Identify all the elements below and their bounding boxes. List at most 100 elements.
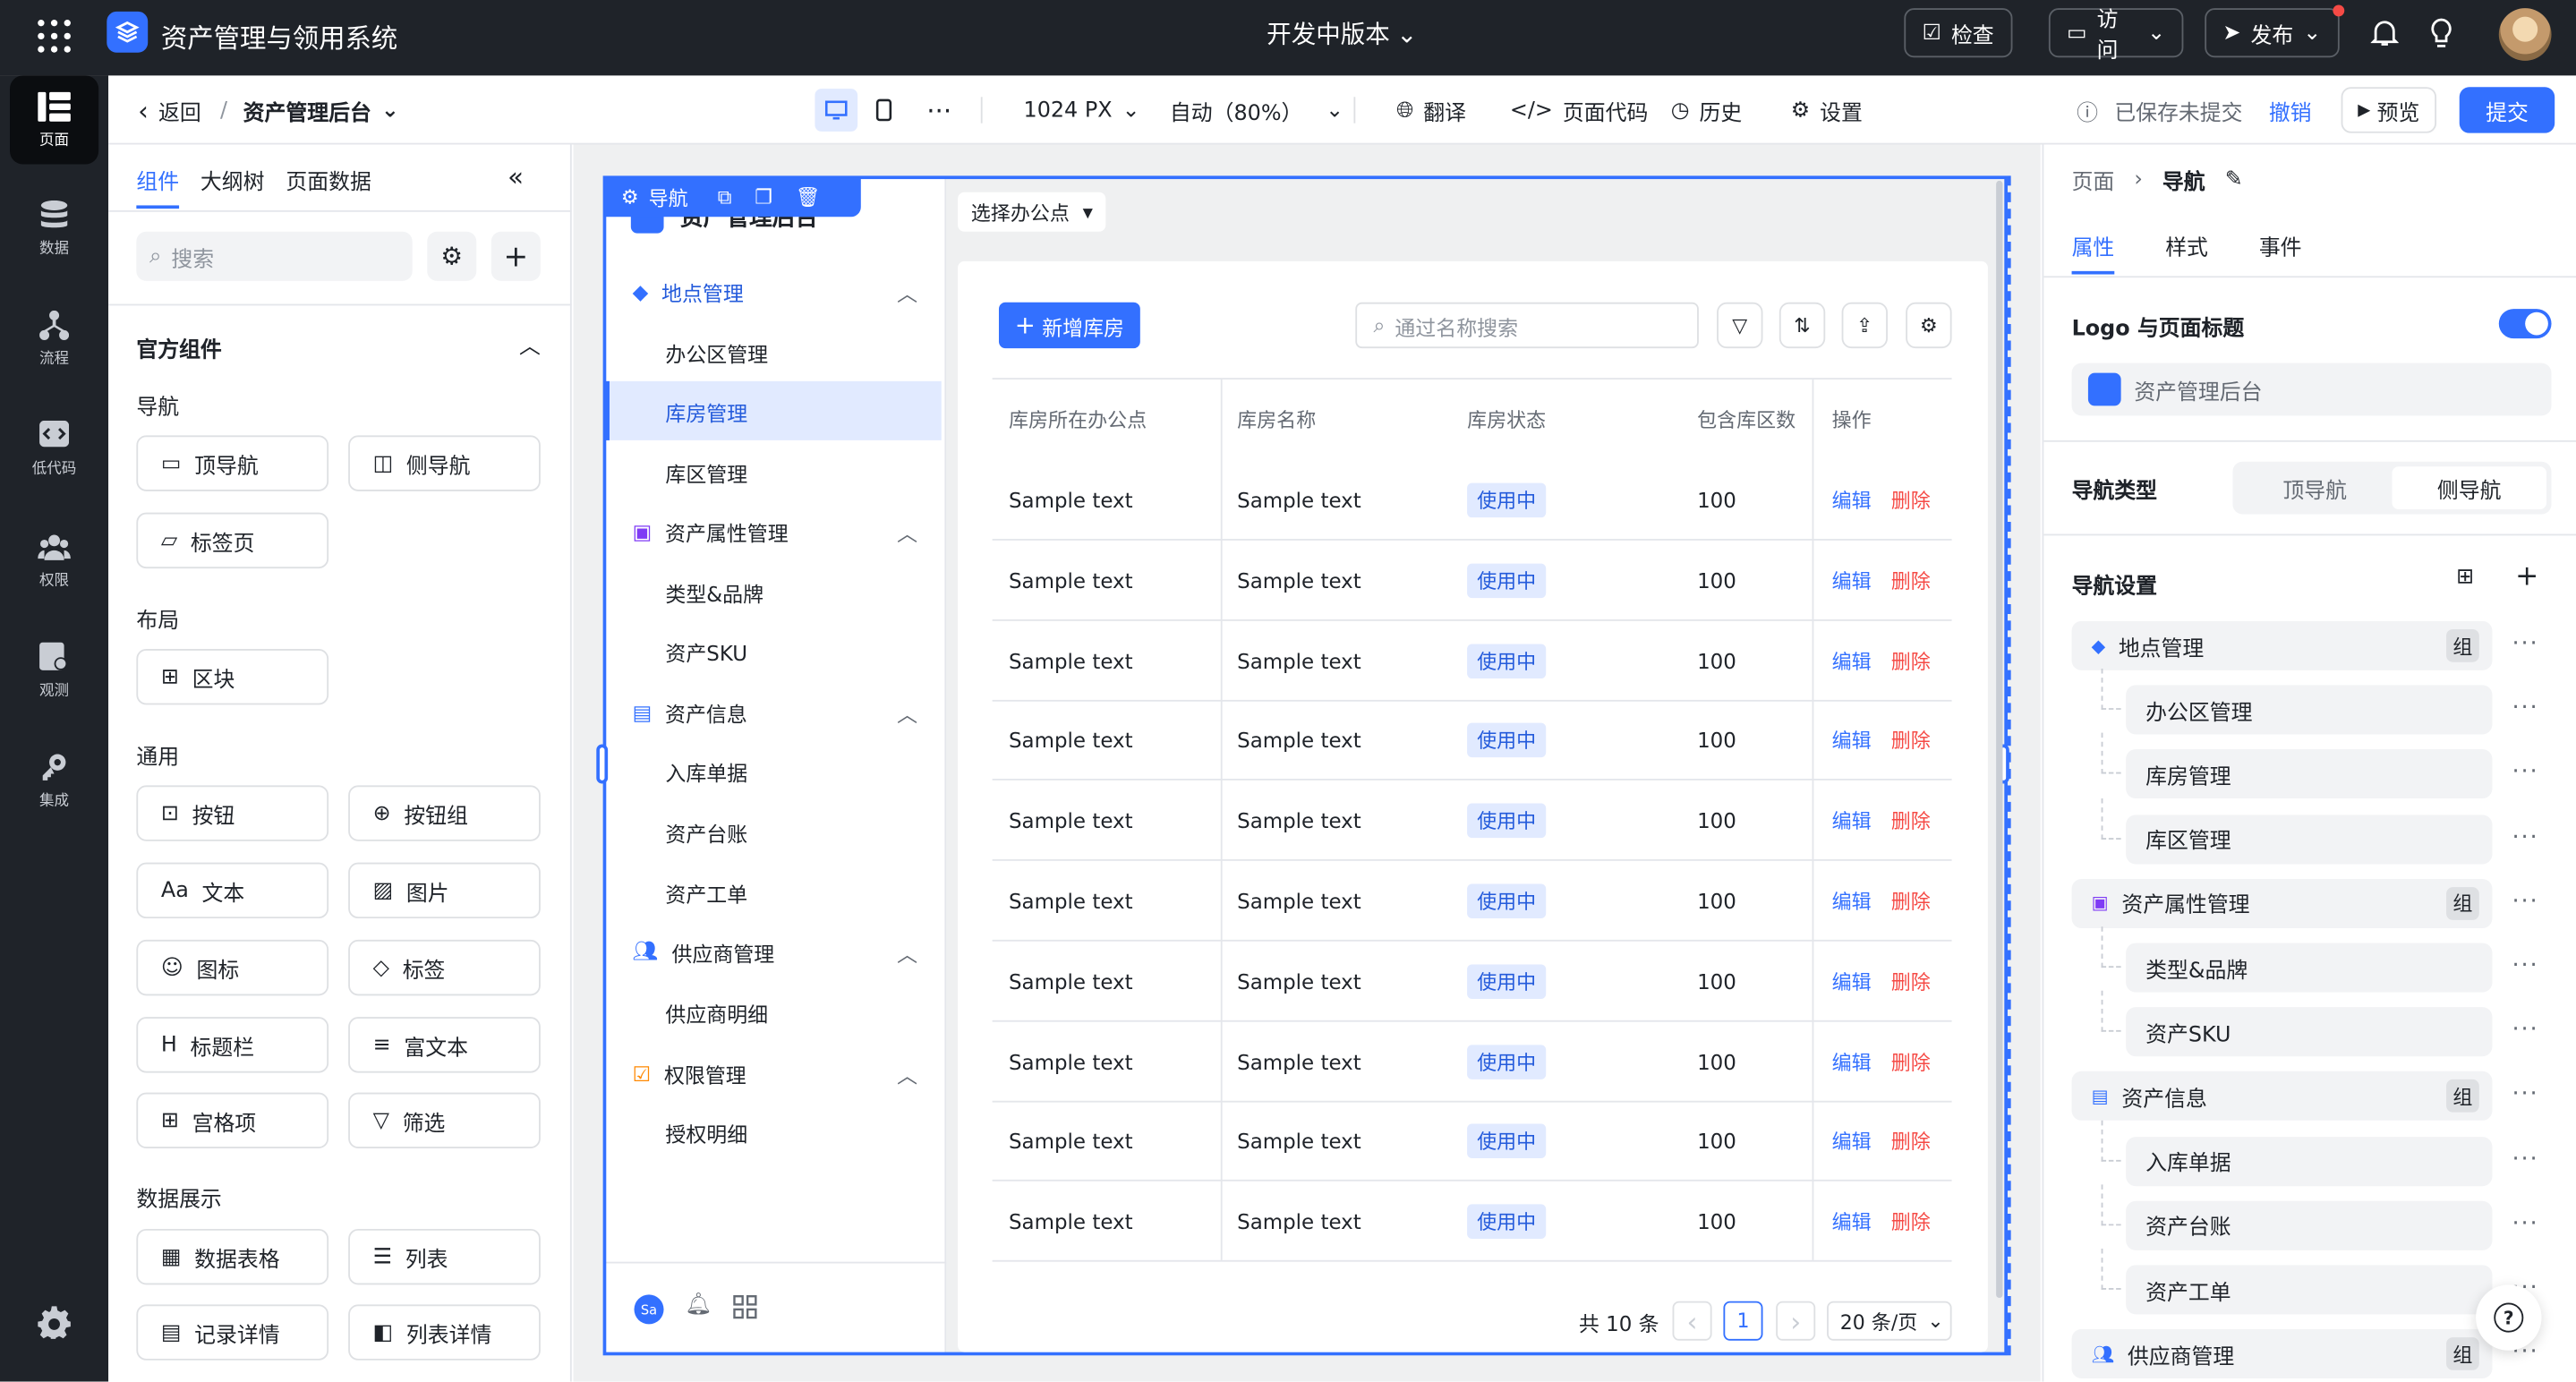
- component-button[interactable]: ⊡ 按钮: [136, 785, 329, 841]
- delete-link[interactable]: 删除: [1891, 968, 1931, 995]
- copy-icon[interactable]: ⧉: [718, 184, 732, 209]
- component-grid-item[interactable]: ⊞ 宫格项: [136, 1092, 329, 1149]
- bell-icon[interactable]: [2370, 18, 2399, 47]
- edit-icon[interactable]: ✎: [2225, 167, 2243, 192]
- component-tabs[interactable]: ▱ 标签页: [136, 512, 329, 569]
- page-number-button[interactable]: 1: [1723, 1301, 1763, 1341]
- component-side-nav[interactable]: ◫ 侧导航: [348, 435, 541, 491]
- component-settings-button[interactable]: ⚙: [427, 231, 477, 281]
- delete-link[interactable]: 删除: [1891, 807, 1931, 835]
- page-code-button[interactable]: </> 页面代码: [1510, 75, 1649, 144]
- delete-link[interactable]: 删除: [1891, 727, 1931, 755]
- zoom-selector[interactable]: 自动（80%） ⌄: [1170, 75, 1343, 144]
- component-list[interactable]: ☰ 列表: [348, 1228, 541, 1285]
- export-button[interactable]: ⇪: [1841, 302, 1888, 349]
- more-options-icon[interactable]: ···: [2512, 695, 2538, 721]
- tab-outline[interactable]: 大纲树: [200, 165, 265, 196]
- edit-link[interactable]: 编辑: [1832, 486, 1872, 514]
- app-grid-icon[interactable]: [36, 18, 72, 54]
- settings-button[interactable]: ⚙ 设置: [1791, 75, 1863, 144]
- delete-link[interactable]: 删除: [1891, 887, 1931, 915]
- delete-link[interactable]: 删除: [1891, 567, 1931, 594]
- rail-item-lowcode[interactable]: 低代码: [10, 405, 98, 493]
- page-size-select[interactable]: 20 条/页 ⌄: [1827, 1301, 1952, 1341]
- tree-child-item[interactable]: 入库单据: [2126, 1136, 2493, 1186]
- tree-group-item[interactable]: 👥︎ 供应商管理组: [2071, 1329, 2493, 1379]
- component-text[interactable]: Aa 文本: [136, 862, 329, 919]
- more-options-icon[interactable]: ···: [2512, 953, 2538, 979]
- plus-icon[interactable]: +: [2515, 560, 2538, 593]
- add-component-button[interactable]: +: [490, 231, 541, 281]
- undo-button[interactable]: 撤销: [2269, 75, 2312, 144]
- tab-style[interactable]: 样式: [2165, 230, 2208, 261]
- tab-properties[interactable]: 属性: [2072, 230, 2115, 261]
- table-settings-button[interactable]: ⚙: [1906, 302, 1952, 349]
- nav-type-side[interactable]: 侧导航: [2392, 466, 2547, 510]
- edit-link[interactable]: 编辑: [1832, 887, 1872, 915]
- tree-child-item[interactable]: 库区管理: [2126, 814, 2493, 864]
- tab-components[interactable]: 组件: [136, 165, 179, 196]
- breadcrumb-root[interactable]: 页面: [2072, 165, 2115, 196]
- delete-link[interactable]: 删除: [1891, 1047, 1931, 1075]
- rail-item-data[interactable]: 数据: [10, 184, 98, 273]
- rail-item-observe[interactable]: 观测: [10, 626, 98, 714]
- version-dropdown[interactable]: 开发中版本 ⌄: [1267, 16, 1417, 51]
- component-block[interactable]: ⊞ 区块: [136, 649, 329, 705]
- user-avatar[interactable]: [2498, 8, 2552, 61]
- more-options-icon[interactable]: ···: [2512, 760, 2538, 786]
- component-icon[interactable]: ☺ 图标: [136, 939, 329, 996]
- more-options-icon[interactable]: ···: [2512, 1081, 2538, 1107]
- component-list-detail[interactable]: ◧ 列表详情: [348, 1304, 541, 1361]
- canvas-scrollbar[interactable]: [1996, 180, 2003, 1299]
- translate-button[interactable]: 🌐︎ 翻译: [1396, 75, 1466, 144]
- office-select[interactable]: 选择办公点 ▼: [958, 192, 1106, 232]
- tree-child-item[interactable]: 库房管理: [2126, 749, 2493, 799]
- filter-button[interactable]: ▽: [1717, 302, 1763, 349]
- rail-item-permission[interactable]: 权限: [10, 516, 98, 604]
- back-button[interactable]: ‹ 返回: [138, 75, 201, 144]
- tab-page-data[interactable]: 页面数据: [286, 165, 371, 196]
- tree-child-item[interactable]: 类型&品牌: [2126, 943, 2493, 993]
- edit-link[interactable]: 编辑: [1832, 727, 1872, 755]
- more-options-icon[interactable]: ···: [2512, 1210, 2538, 1236]
- delete-icon[interactable]: 🗑︎: [796, 185, 821, 209]
- edit-link[interactable]: 编辑: [1832, 1128, 1872, 1156]
- history-button[interactable]: ◷ 历史: [1671, 75, 1743, 144]
- component-image[interactable]: ▨ 图片: [348, 862, 541, 919]
- publish-button[interactable]: ➤ 发布 ⌄: [2205, 4, 2345, 58]
- tree-child-item[interactable]: 资产工单: [2126, 1265, 2493, 1315]
- edit-link[interactable]: 编辑: [1832, 968, 1872, 995]
- component-rich-text[interactable]: ≡ 富文本: [348, 1017, 541, 1073]
- edit-link[interactable]: 编辑: [1832, 1047, 1872, 1075]
- add-warehouse-button[interactable]: + 新增库房: [998, 302, 1140, 349]
- collapse-panel-icon[interactable]: «: [508, 161, 524, 192]
- more-options-icon[interactable]: ···: [2512, 1146, 2538, 1172]
- bulb-icon[interactable]: [2428, 18, 2454, 47]
- component-data-table[interactable]: ▦ 数据表格: [136, 1228, 329, 1285]
- preview-button[interactable]: ▶ 预览: [2341, 87, 2437, 133]
- rail-item-page[interactable]: 页面: [10, 75, 99, 165]
- edit-link[interactable]: 编辑: [1832, 807, 1872, 835]
- more-options-icon[interactable]: ···: [2512, 889, 2538, 915]
- nav-type-top[interactable]: 顶导航: [2238, 466, 2393, 509]
- tree-child-item[interactable]: 办公区管理: [2126, 685, 2493, 735]
- logo-title-input[interactable]: 资产管理后台: [2071, 363, 2552, 416]
- tree-child-item[interactable]: 资产台账: [2126, 1200, 2493, 1250]
- delete-link[interactable]: 删除: [1891, 486, 1931, 514]
- resize-handle-left[interactable]: [596, 744, 609, 784]
- help-button[interactable]: ?: [2476, 1284, 2542, 1351]
- component-tag[interactable]: ◇ 标签: [348, 939, 541, 996]
- more-options-icon[interactable]: ···: [2512, 1018, 2538, 1044]
- desktop-view-button[interactable]: [815, 89, 858, 132]
- sort-button[interactable]: ⇅: [1778, 302, 1826, 349]
- tree-group-item[interactable]: ▤ 资产信息组: [2071, 1071, 2493, 1122]
- more-options-icon[interactable]: ···: [2512, 824, 2538, 850]
- component-button-group[interactable]: ⊕ 按钮组: [348, 785, 541, 841]
- tab-events[interactable]: 事件: [2259, 230, 2302, 261]
- component-search-input[interactable]: ⌕ 搜索: [136, 231, 413, 281]
- delete-link[interactable]: 删除: [1891, 646, 1931, 674]
- chevron-up-icon[interactable]: ︿: [519, 328, 541, 360]
- component-title-bar[interactable]: H 标题栏: [136, 1017, 329, 1073]
- tree-group-item[interactable]: ▣ 资产属性管理组: [2071, 878, 2493, 928]
- mobile-view-button[interactable]: [875, 98, 892, 122]
